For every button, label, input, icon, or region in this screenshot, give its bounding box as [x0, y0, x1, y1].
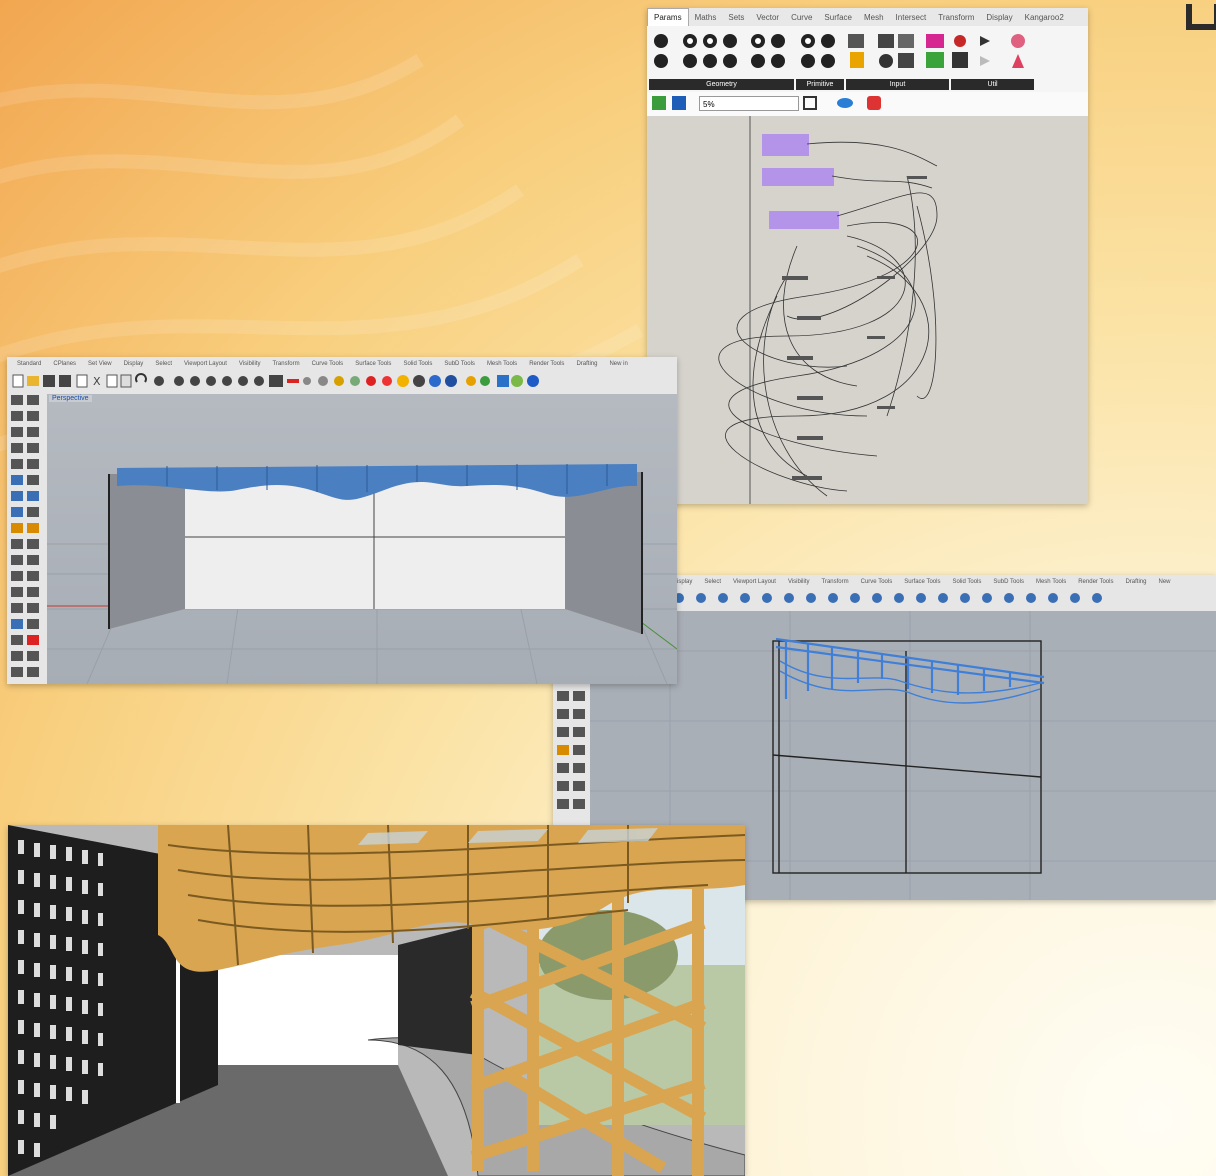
menu-viewport-layout[interactable]: Viewport Layout: [178, 361, 233, 367]
menu-drafting[interactable]: Drafting: [570, 361, 603, 367]
menu-drafting[interactable]: Drafting: [1119, 579, 1152, 585]
tab-intersect[interactable]: Intersect: [890, 13, 933, 22]
sketch-pen-icon[interactable]: [867, 96, 881, 110]
menu-new[interactable]: New: [1152, 579, 1176, 585]
tab-display[interactable]: Display: [980, 13, 1018, 22]
param-group-3: [769, 211, 839, 229]
menu-subd-tools[interactable]: SubD Tools: [438, 361, 481, 367]
rhino-front-toolbar-icons[interactable]: [671, 589, 1111, 607]
menu-surface-tools[interactable]: Surface Tools: [349, 361, 397, 367]
tab-params[interactable]: Params: [647, 8, 689, 26]
component-icons[interactable]: [650, 30, 1030, 80]
menu-render-tools[interactable]: Render Tools: [1072, 579, 1119, 585]
menu-render-tools[interactable]: Render Tools: [523, 361, 570, 367]
zoom-field[interactable]: 5%: [699, 96, 799, 111]
menu-viewport-layout[interactable]: Viewport Layout: [727, 579, 782, 585]
group-util[interactable]: Util: [951, 79, 1034, 90]
rendered-interior-image: [8, 825, 745, 1176]
tab-mesh[interactable]: Mesh: [858, 13, 890, 22]
menu-subd-tools[interactable]: SubD Tools: [987, 579, 1030, 585]
grasshopper-canvas[interactable]: [647, 116, 1088, 504]
open-icon[interactable]: [652, 96, 666, 110]
menu-curve-tools[interactable]: Curve Tools: [306, 361, 350, 367]
menu-select[interactable]: Select: [149, 361, 178, 367]
interior-render: [8, 825, 745, 1176]
preview-eye-icon[interactable]: [837, 98, 853, 108]
perspective-viewport[interactable]: Perspective: [47, 394, 677, 684]
tab-curve[interactable]: Curve: [785, 13, 818, 22]
tab-surface[interactable]: Surface: [818, 13, 858, 22]
menu-transform[interactable]: Transform: [816, 579, 855, 585]
grasshopper-ribbon: Geometry Primitive Input Util: [647, 26, 1088, 93]
svg-text:X: X: [93, 375, 101, 388]
menu-mesh-tools[interactable]: Mesh Tools: [1030, 579, 1072, 585]
menu-solid-tools[interactable]: Solid Tools: [946, 579, 987, 585]
group-geometry[interactable]: Geometry: [649, 79, 794, 90]
menu-mesh-tools[interactable]: Mesh Tools: [481, 361, 523, 367]
menu-curve-tools[interactable]: Curve Tools: [855, 579, 899, 585]
viewport-label[interactable]: Perspective: [49, 395, 92, 402]
param-group-1: [762, 134, 809, 156]
tab-maths[interactable]: Maths: [689, 13, 723, 22]
menu-visibility[interactable]: Visibility: [782, 579, 816, 585]
menu-visibility[interactable]: Visibility: [233, 361, 267, 367]
menu-transform[interactable]: Transform: [266, 361, 305, 367]
tab-vector[interactable]: Vector: [750, 13, 785, 22]
component-groups: Geometry Primitive Input Util: [649, 79, 1036, 90]
menu-display[interactable]: Display: [118, 361, 150, 367]
group-primitive[interactable]: Primitive: [796, 79, 844, 90]
menu-surface-tools[interactable]: Surface Tools: [898, 579, 946, 585]
grasshopper-toolbar: 5%: [647, 92, 1088, 117]
rhino-standard-toolbar-icons[interactable]: X: [7, 370, 677, 390]
rhino-left-toolbar[interactable]: [7, 391, 45, 684]
tab-kangaroo2[interactable]: Kangaroo2: [1019, 13, 1070, 22]
tab-sets[interactable]: Sets: [722, 13, 750, 22]
menu-set-view[interactable]: Set View: [82, 361, 118, 367]
group-input[interactable]: Input: [846, 79, 949, 90]
node-graph: [718, 116, 938, 504]
menu-new-in[interactable]: New in: [603, 361, 633, 367]
zoom-extents-icon[interactable]: [803, 96, 817, 110]
corner-logo-icon: [1186, 4, 1216, 30]
menu-select[interactable]: Select: [698, 579, 727, 585]
menu-solid-tools[interactable]: Solid Tools: [397, 361, 438, 367]
rhino-front-sidebar[interactable]: [553, 687, 589, 827]
rhino-toolbar-tabs: Standard CPlanes Set View Display Select…: [11, 357, 634, 370]
grasshopper-window: Params Maths Sets Vector Curve Surface M…: [647, 8, 1088, 504]
rhino-perspective-window: Standard CPlanes Set View Display Select…: [7, 357, 677, 684]
rhino-front-menu: isplay Select Viewport Layout Visibility…: [671, 575, 1177, 588]
perspective-model: [47, 464, 677, 684]
menu-standard[interactable]: Standard: [11, 361, 47, 367]
tab-transform[interactable]: Transform: [932, 13, 980, 22]
param-group-2: [762, 168, 834, 186]
menu-cplanes[interactable]: CPlanes: [47, 361, 82, 367]
grasshopper-tab-bar: Params Maths Sets Vector Curve Surface M…: [647, 8, 1088, 26]
save-icon[interactable]: [672, 96, 686, 110]
